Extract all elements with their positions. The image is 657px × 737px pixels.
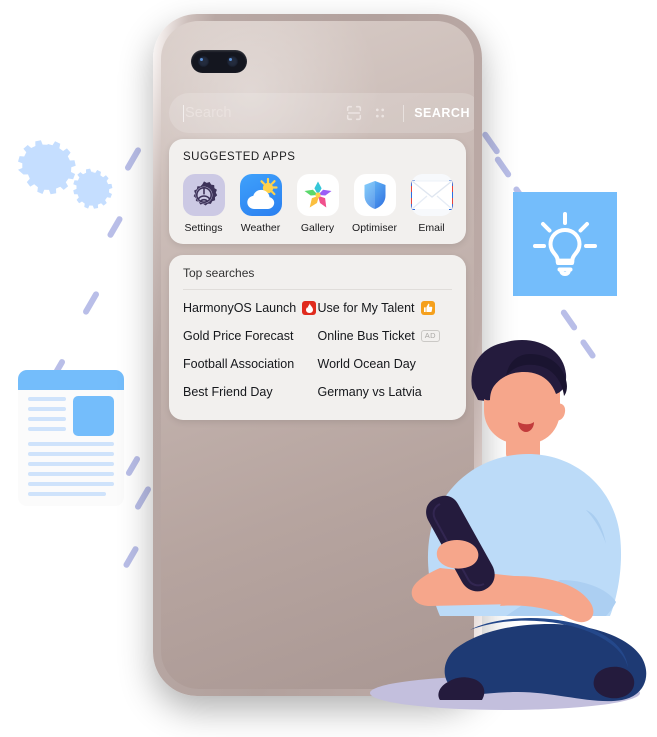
search-term: Best Friend Day [183,385,273,399]
app-label: Gallery [300,222,335,234]
search-bar[interactable]: Search SEARCH [169,93,474,133]
search-term: Gold Price Forecast [183,329,294,343]
dash-stroke [106,215,124,239]
app-optimiser[interactable]: Optimiser [349,174,401,234]
front-camera-punchhole [191,50,247,73]
text-caret [183,104,184,122]
scan-viewfinder-icon[interactable] [345,104,363,122]
dash-stroke [133,485,153,511]
suggested-apps-title: SUGGESTED APPS [183,151,296,163]
toolbar-divider [403,104,405,122]
list-item[interactable]: HarmonyOS Launch [183,294,318,322]
list-item[interactable]: Gold Price Forecast [183,322,318,350]
app-settings[interactable]: Settings [178,174,230,234]
lightbulb-tile [513,192,617,296]
dash-stroke [559,308,579,332]
app-gallery[interactable]: Gallery [292,174,344,234]
flower-petals-icon [296,174,339,216]
search-button[interactable]: SEARCH [414,106,470,120]
list-item[interactable]: Football Association [183,350,318,378]
search-term: Football Association [183,357,295,371]
app-label: Settings [184,222,223,234]
app-label: Optimiser [352,222,397,234]
list-item[interactable]: Use for My Talent [318,294,453,322]
gear-icon [182,174,225,216]
search-term: Use for My Talent [317,301,415,315]
camera-lens-icon [227,56,238,67]
suggested-apps-row: Settings Weather Gallery Optimiser Email [169,174,466,234]
dash-stroke [123,146,143,172]
person-using-phone-illustration [411,340,647,702]
thumbs-up-badge-icon [420,301,435,315]
search-term: HarmonyOS Launch [183,301,297,315]
app-weather[interactable]: Weather [235,174,287,234]
qr-dots-icon[interactable] [371,104,389,122]
dash-stroke [493,155,513,179]
camera-lens-icon [198,56,209,67]
dash-stroke [122,545,140,569]
envelope-icon [410,174,453,216]
newspaper-icon [18,370,124,506]
search-term: Germany vs Latvia [317,385,422,399]
suggested-apps-card: SUGGESTED APPS Settings Weather Gallery … [169,139,466,244]
illustration-stage: Search SEARCH SUGGESTED APPS Settings We… [0,0,657,737]
app-label: Email [418,222,445,234]
dash-stroke [481,130,501,156]
app-label: Weather [240,222,281,234]
dash-stroke [81,290,101,316]
search-term: Online Bus Ticket [317,329,415,343]
search-input[interactable]: Search [185,105,337,121]
lightbulb-icon [533,212,597,277]
search-term: World Ocean Day [317,357,416,371]
app-email[interactable]: Email [406,174,458,234]
list-item[interactable]: Best Friend Day [183,378,318,406]
shield-icon [353,174,396,216]
top-searches-title: Top searches [183,266,255,280]
divider [183,289,452,290]
dash-stroke [124,454,142,478]
gear-holes [10,136,120,216]
hot-badge-icon [302,301,317,315]
sun-cloud-icon [239,174,282,216]
